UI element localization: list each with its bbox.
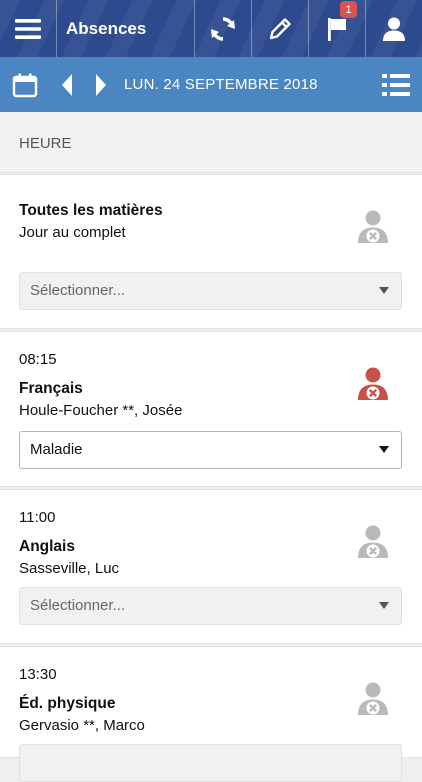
pencil-icon [269,17,291,39]
flag-icon [328,17,346,41]
reason-select[interactable]: Sélectionner... [19,587,402,625]
calendar-button[interactable] [0,72,50,98]
caret-down-icon [379,446,389,453]
list-item: 08:15 Français Houle-Foucher **, Josée M… [0,331,422,487]
subject-label: Toutes les matières [19,202,163,219]
section-heading: HEURE [19,135,72,152]
flag-button[interactable]: 1 [309,0,366,57]
refresh-icon [211,16,235,41]
reason-select-value: Maladie [30,441,83,458]
attendance-status-icon[interactable] [356,523,394,561]
app-title: Absences [57,0,195,57]
chevron-right-icon [96,73,106,96]
list-icon [382,73,410,96]
reason-select-value: Sélectionner... [30,282,126,299]
subtitle-label: Gervasio **, Marco [19,717,145,734]
subtitle-label: Sasseville, Luc [19,560,120,577]
list-item: 11:00 Anglais Sasseville, Luc Sélectionn… [0,489,422,644]
list-view-button[interactable] [370,72,422,98]
period-time: 11:00 [19,509,56,526]
current-date: LUN. 24 SEPTEMBRE 2018 [124,76,318,93]
attendance-status-icon[interactable] [356,365,394,403]
date-bar: LUN. 24 SEPTEMBRE 2018 [0,57,422,113]
subtitle-label: Jour au complet [19,224,126,241]
period-time: 08:15 [19,351,57,368]
previous-day-button[interactable] [50,73,84,97]
notification-badge: 1 [340,1,357,18]
reason-select[interactable]: Sélectionner... [19,272,402,310]
profile-button[interactable] [366,0,422,57]
subject-label: Anglais [19,538,75,555]
chevron-left-icon [62,73,72,96]
attendance-status-icon[interactable] [356,680,394,718]
attendance-status-icon[interactable] [356,208,394,246]
subject-label: Français [19,380,83,397]
reason-select-value: Sélectionner... [30,597,126,614]
period-time: 13:30 [19,666,57,683]
subtitle-label: Houle-Foucher **, Josée [19,402,183,419]
list-item: Toutes les matières Jour au complet Séle… [0,174,422,329]
next-day-button[interactable] [84,73,118,97]
refresh-button[interactable] [195,0,252,57]
list-item: 13:30 Éd. physique Gervasio **, Marco [0,646,422,782]
user-icon [383,17,405,41]
hamburger-menu-icon [15,18,41,39]
edit-button[interactable] [252,0,309,57]
reason-select[interactable]: Maladie [19,431,402,469]
top-bar: Absences 1 [0,0,422,57]
section-header: HEURE [0,112,422,173]
calendar-icon [12,73,38,97]
caret-down-icon [379,287,389,294]
menu-button[interactable] [0,0,57,57]
subject-label: Éd. physique [19,695,116,712]
caret-down-icon [379,602,389,609]
